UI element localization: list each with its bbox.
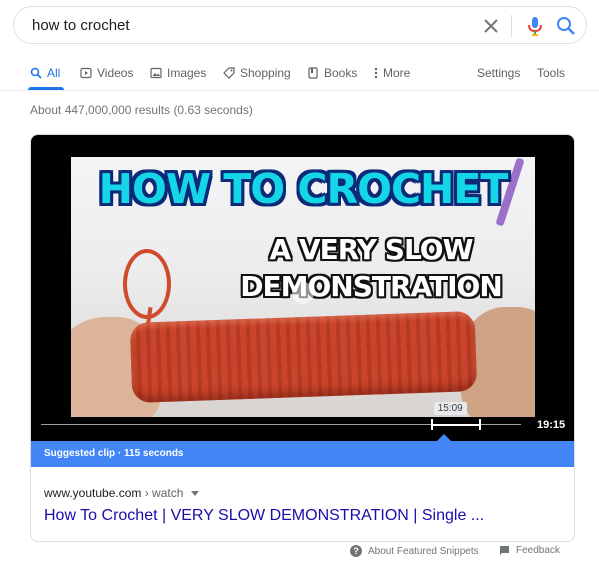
tab-videos[interactable]: Videos <box>80 66 133 80</box>
tabs-divider <box>0 90 599 91</box>
search-bar[interactable]: how to crochet <box>13 6 587 44</box>
search-divider <box>511 15 512 37</box>
tab-label: Images <box>167 66 207 80</box>
search-tabs: All Videos Images Shopping Books More Se… <box>0 60 599 90</box>
feedback-label: Feedback <box>516 545 560 556</box>
tab-label: More <box>383 66 411 80</box>
clip-start-marker <box>430 419 433 430</box>
mic-icon[interactable] <box>525 15 545 37</box>
yarn-loop <box>123 249 171 319</box>
about-snippets-label: About Featured Snippets <box>368 545 479 557</box>
suggested-clip-bar[interactable]: Suggested clip · 115 seconds <box>31 441 574 467</box>
video-duration: 19:15 <box>537 419 566 431</box>
tab-label: Books <box>324 66 358 80</box>
more-vert-icon <box>374 67 378 79</box>
result-title-link[interactable]: How To Crochet | VERY SLOW DEMONSTRATION… <box>44 507 484 525</box>
clip-end-marker <box>478 419 481 430</box>
result-source[interactable]: www.youtube.com › watch <box>44 486 199 500</box>
search-icon[interactable] <box>555 15 577 37</box>
thumbnail-subtitle-1: A VERY SLOW <box>269 233 474 266</box>
thumbnail-subtitle-2: DEMONSTRATION <box>240 270 503 303</box>
source-site: www.youtube.com <box>44 486 142 500</box>
book-icon <box>308 67 318 79</box>
search-input[interactable]: how to crochet <box>32 17 130 34</box>
tab-images[interactable]: Images <box>150 66 206 80</box>
video-player[interactable]: HOW TO CROCHET A VERY SLOW DEMONSTRATION… <box>31 135 574 441</box>
clip-start-time: 15:09 <box>433 402 467 415</box>
clip-range <box>431 424 480 426</box>
crochet-swatch <box>129 311 478 403</box>
tab-label: All <box>47 66 61 80</box>
tab-more[interactable]: More <box>374 66 410 80</box>
settings-link[interactable]: Settings <box>477 66 520 80</box>
tab-books[interactable]: Books <box>307 66 357 80</box>
video-thumbnail[interactable]: HOW TO CROCHET A VERY SLOW DEMONSTRATION <box>71 157 535 417</box>
clear-icon[interactable] <box>480 15 502 37</box>
image-icon <box>150 67 162 79</box>
video-icon <box>80 67 92 79</box>
source-crumb: › watch <box>141 486 184 500</box>
help-icon: ? <box>350 545 362 557</box>
dropdown-arrow-icon[interactable] <box>190 491 199 497</box>
featured-snippet-card: HOW TO CROCHET A VERY SLOW DEMONSTRATION… <box>30 134 575 542</box>
feedback-icon <box>500 546 509 555</box>
feedback-link[interactable]: Feedback <box>499 545 560 556</box>
tag-icon <box>223 67 235 79</box>
suggested-clip-label: Suggested clip · 115 seconds <box>44 448 184 459</box>
search-icon <box>30 67 42 79</box>
tab-all[interactable]: All <box>30 66 60 80</box>
play-icon[interactable] <box>292 282 314 304</box>
result-stats: About 447,000,000 results (0.63 seconds) <box>30 103 253 117</box>
tab-shopping[interactable]: Shopping <box>223 66 291 80</box>
about-featured-snippets[interactable]: ? About Featured Snippets <box>350 545 479 557</box>
tab-label: Shopping <box>240 66 291 80</box>
tools-link[interactable]: Tools <box>537 66 565 80</box>
thumbnail-title: HOW TO CROCHET <box>98 165 509 213</box>
tab-label: Videos <box>97 66 134 80</box>
